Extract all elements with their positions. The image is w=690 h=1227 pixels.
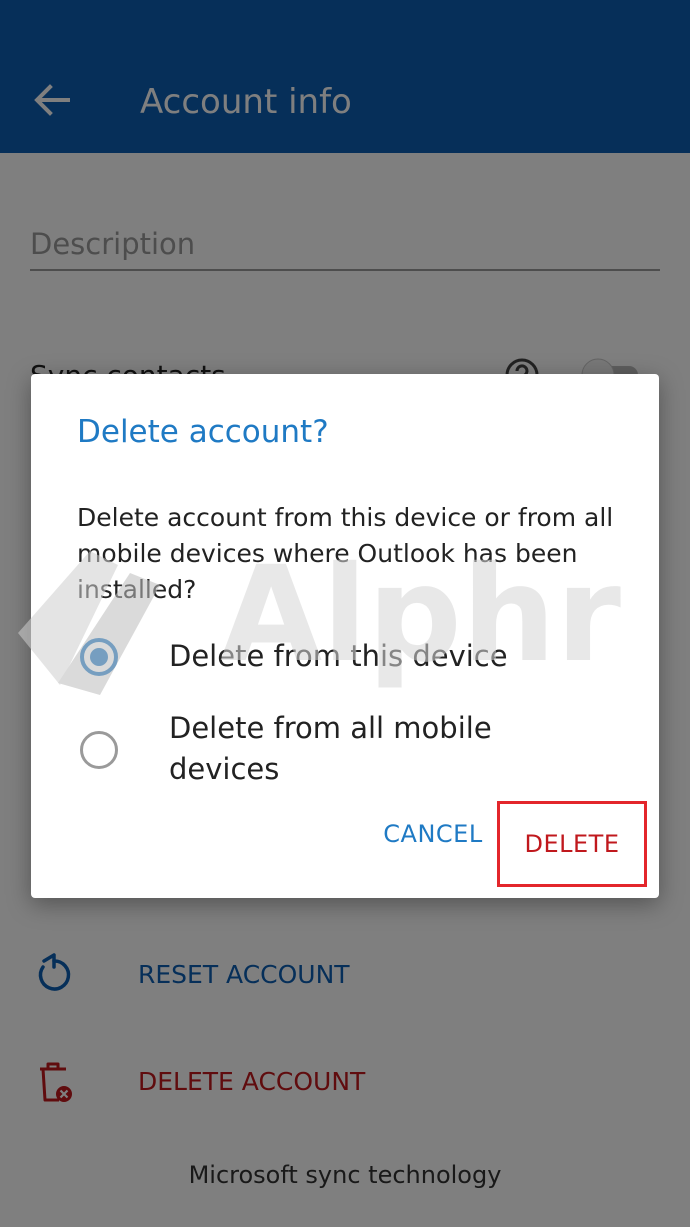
dialog-title: Delete account? — [77, 414, 329, 450]
delete-button[interactable]: DELETE — [497, 801, 647, 887]
radio-unselected-icon[interactable] — [80, 731, 118, 769]
cancel-button[interactable]: CANCEL — [379, 814, 487, 854]
option-label: Delete from all mobile devices — [169, 711, 492, 786]
option-delete-all-devices[interactable]: Delete from all mobile devices — [31, 708, 659, 792]
delete-account-dialog: Delete account? Delete account from this… — [31, 374, 659, 898]
option-label: Delete from this device — [169, 639, 508, 673]
radio-selected-icon[interactable] — [80, 638, 118, 676]
dialog-message: Delete account from this device or from … — [77, 503, 614, 604]
option-delete-this-device[interactable]: Delete from this device — [31, 636, 659, 678]
